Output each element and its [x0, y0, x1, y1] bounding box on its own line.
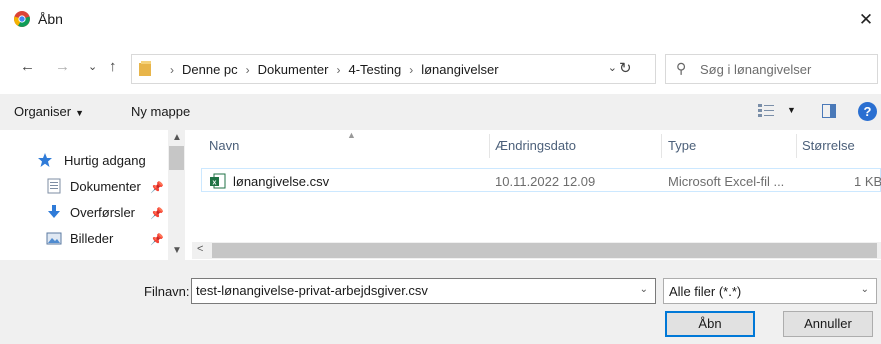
pin-icon[interactable]: 📌 — [150, 207, 164, 220]
table-row[interactable]: x lønangivelse.csv 10.11.2022 12.09 Micr… — [201, 168, 881, 192]
address-row: ← → ⌄ ↑ › Denne pc › Dokumenter › 4-Test… — [0, 50, 881, 88]
address-dropdown-button[interactable]: ⌄ — [608, 61, 617, 74]
filename-combobox[interactable]: ⌄ — [191, 278, 656, 304]
file-list: ▲ Navn Ændringsdato Type Størrelse x løn… — [192, 130, 881, 260]
chevron-right-icon: › — [409, 62, 414, 77]
breadcrumb-item[interactable]: Dokumenter — [258, 62, 329, 77]
chevron-down-icon: ⌄ — [860, 284, 869, 295]
file-type-filter[interactable]: Alle filer (*.*) ⌄ — [663, 278, 877, 304]
title-bar: Åbn ✕ — [0, 0, 881, 40]
cancel-button[interactable]: Annuller — [783, 311, 873, 337]
up-button[interactable]: ↑ — [109, 58, 117, 75]
sidebar-scrollbar[interactable]: ▲ ▼ — [168, 130, 185, 260]
dropdown-arrow-icon: ▼ — [75, 108, 84, 118]
breadcrumb-item[interactable]: 4-Testing — [348, 62, 401, 77]
pin-icon[interactable]: 📌 — [150, 233, 164, 246]
chevron-right-icon: › — [245, 62, 250, 77]
organize-button[interactable]: Organiser ▼ — [14, 104, 84, 119]
column-divider[interactable] — [489, 134, 490, 158]
breadcrumb-item[interactable]: lønangivelser — [421, 62, 498, 77]
arrow-right-icon: → — [55, 58, 70, 75]
arrow-up-icon: ↑ — [109, 58, 117, 75]
dialog-footer: Filnavn: ⌄ Alle filer (*.*) ⌄ Åbn Annull… — [0, 260, 881, 344]
address-bar[interactable]: › Denne pc › Dokumenter › 4-Testing › lø… — [131, 54, 656, 84]
excel-file-icon: x — [210, 173, 226, 189]
chrome-icon — [14, 11, 30, 27]
column-header-size[interactable]: Størrelse — [802, 138, 855, 153]
open-button[interactable]: Åbn — [665, 311, 755, 337]
chevron-down-icon: ⌄ — [88, 61, 98, 73]
search-placeholder: Søg i lønangivelser — [700, 62, 812, 77]
help-icon[interactable]: ? — [858, 102, 877, 121]
scroll-left-icon[interactable]: < — [197, 243, 203, 255]
organize-label: Organiser — [14, 104, 72, 119]
scroll-down-icon[interactable]: ▼ — [172, 245, 182, 256]
search-icon: ⚲ — [676, 60, 687, 76]
command-bar: Organiser ▼ Ny mappe ▼ ? — [0, 94, 881, 130]
search-box[interactable]: ⚲ Søg i lønangivelser — [665, 54, 878, 84]
close-button[interactable]: ✕ — [851, 6, 881, 34]
sidebar-item-pictures[interactable]: Billeder — [46, 230, 113, 246]
sidebar-item-label: Dokumenter — [70, 178, 141, 194]
file-date: 10.11.2022 12.09 — [495, 174, 596, 189]
column-header-name[interactable]: Navn — [209, 138, 239, 153]
new-folder-button[interactable]: Ny mappe — [131, 104, 190, 119]
preview-pane-icon[interactable] — [822, 104, 836, 118]
refresh-button[interactable]: ↻ — [619, 59, 632, 77]
forward-button[interactable]: → — [55, 58, 70, 75]
arrow-left-icon: ← — [20, 58, 35, 75]
filename-label: Filnavn: — [144, 284, 190, 299]
file-type-filter-value: Alle filer (*.*) — [669, 284, 742, 299]
sidebar-item-label: Hurtig adgang — [64, 152, 146, 168]
sidebar-item-quick-access[interactable]: Hurtig adgang — [38, 152, 146, 168]
scrollbar-thumb[interactable] — [212, 243, 877, 258]
file-name: lønangivelse.csv — [233, 174, 330, 189]
filename-input[interactable] — [196, 283, 626, 298]
sidebar-item-label: Billeder — [70, 230, 114, 246]
chevron-right-icon: › — [336, 62, 341, 77]
scrollbar-thumb[interactable] — [169, 146, 184, 170]
file-size: 1 KB — [854, 174, 881, 189]
column-divider[interactable] — [661, 134, 662, 158]
window-title: Åbn — [38, 11, 63, 27]
folder-icon — [139, 61, 151, 76]
navigation-pane: Hurtig adgang Dokumenter 📌 Overførsler 📌… — [0, 130, 190, 260]
sidebar-item-documents[interactable]: Dokumenter — [46, 178, 141, 194]
breadcrumb: › Denne pc › Dokumenter › 4-Testing › lø… — [162, 62, 499, 77]
view-options-icon[interactable] — [757, 102, 775, 120]
scroll-up-icon[interactable]: ▲ — [172, 132, 182, 143]
sort-ascending-icon: ▲ — [347, 130, 356, 140]
documents-icon — [47, 178, 61, 194]
refresh-icon: ↻ — [619, 60, 632, 77]
chevron-down-icon[interactable]: ⌄ — [640, 284, 648, 295]
view-dropdown-button[interactable]: ▼ — [787, 105, 796, 115]
horizontal-scrollbar[interactable]: < — [192, 242, 881, 259]
column-divider[interactable] — [796, 134, 797, 158]
back-button[interactable]: ← — [20, 58, 35, 75]
close-icon: ✕ — [858, 10, 874, 29]
star-icon — [38, 153, 52, 167]
download-icon — [48, 205, 60, 218]
sidebar-item-downloads[interactable]: Overførsler — [46, 204, 135, 220]
chevron-right-icon: › — [170, 62, 174, 77]
sidebar-item-label: Overførsler — [70, 204, 135, 220]
svg-text:x: x — [213, 180, 217, 187]
pin-icon[interactable]: 📌 — [150, 181, 164, 194]
column-header-date[interactable]: Ændringsdato — [495, 138, 576, 153]
breadcrumb-item[interactable]: Denne pc — [182, 62, 238, 77]
column-header-type[interactable]: Type — [668, 138, 696, 153]
chevron-down-icon: ⌄ — [607, 62, 617, 74]
file-type: Microsoft Excel-fil ... — [668, 174, 785, 189]
pictures-icon — [46, 232, 62, 245]
recent-locations-button[interactable]: ⌄ — [88, 60, 97, 73]
new-folder-label: Ny mappe — [131, 104, 191, 119]
